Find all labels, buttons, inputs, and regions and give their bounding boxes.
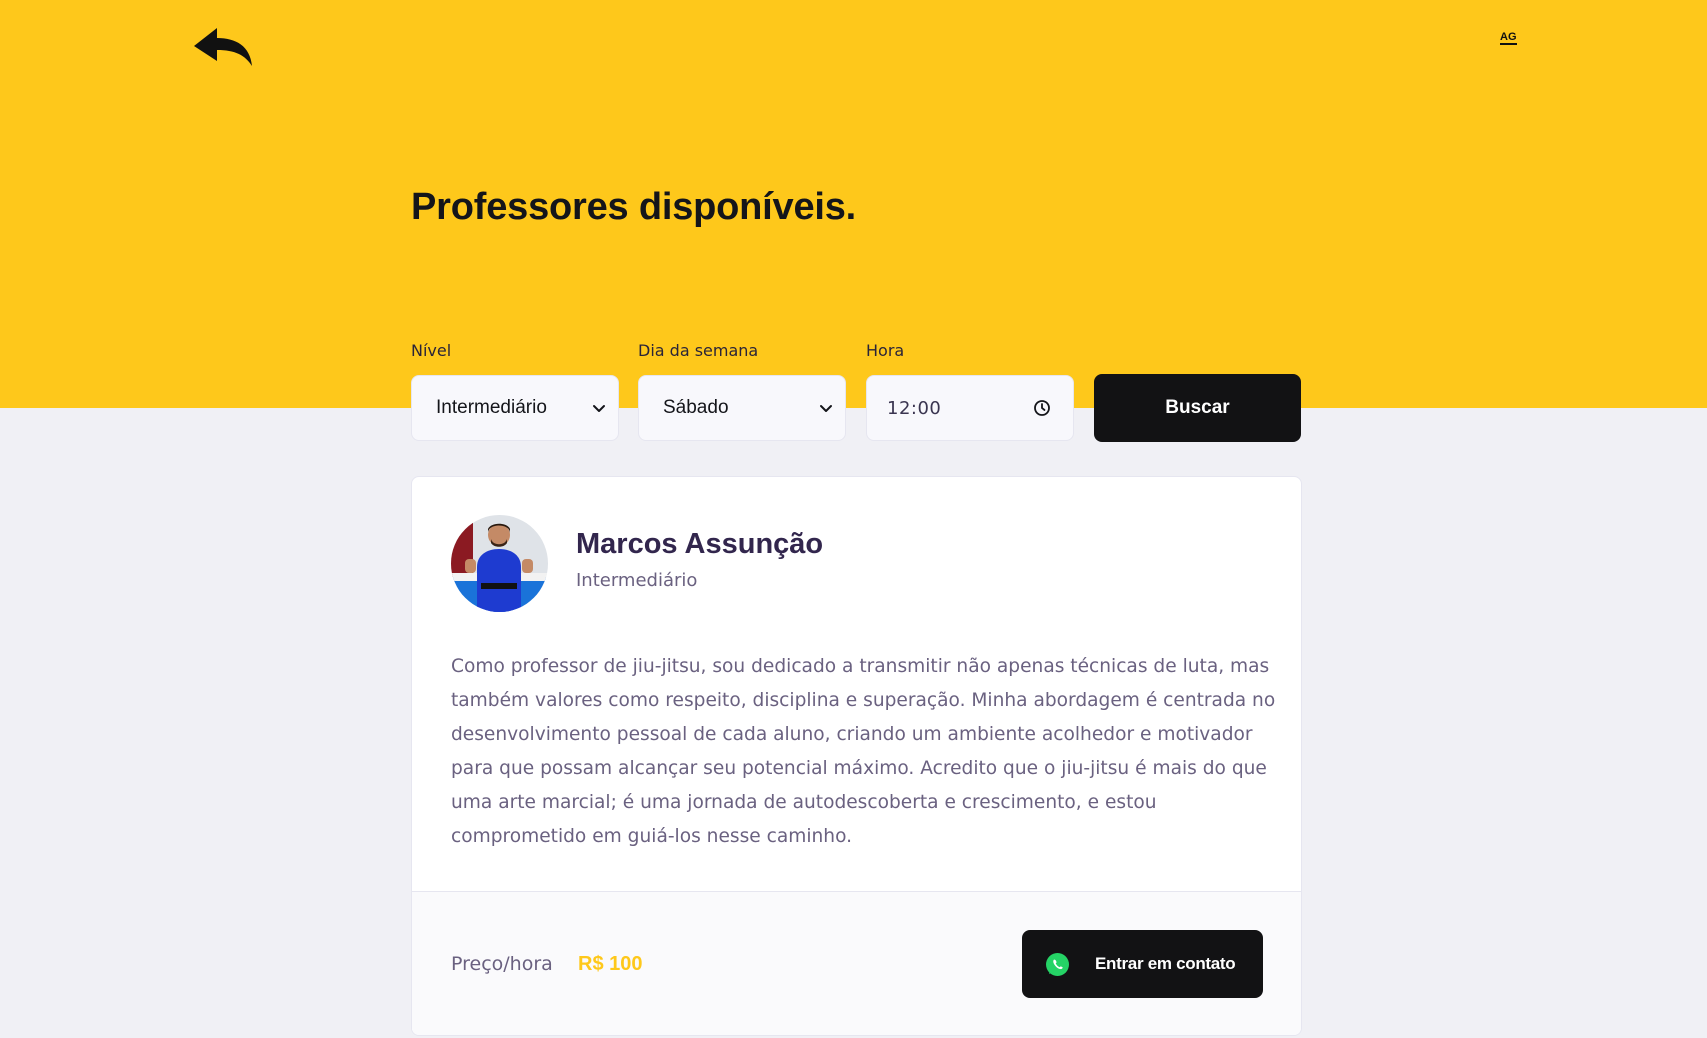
teacher-name: Marcos Assunção — [576, 528, 824, 560]
back-arrow-icon — [194, 28, 252, 66]
time-label: Hora — [866, 341, 905, 360]
weekday-label: Dia da semana — [638, 341, 759, 360]
clock-icon[interactable] — [1033, 399, 1051, 417]
chevron-down-icon — [593, 405, 605, 412]
search-button[interactable]: Buscar — [1094, 374, 1301, 442]
logo: AG — [1497, 28, 1523, 48]
price-value: R$ 100 — [578, 953, 643, 975]
teacher-level: Intermediário — [576, 570, 698, 591]
whatsapp-icon — [1046, 953, 1069, 976]
teacher-bio: Como professor de jiu-jitsu, sou dedicad… — [451, 656, 1276, 847]
level-label: Nível — [411, 341, 452, 360]
weekday-select[interactable]: Sábado — [638, 375, 846, 441]
price-label: Preço/hora — [451, 953, 553, 975]
level-select[interactable]: Intermediário — [411, 375, 619, 441]
card-footer: Preço/hora R$ 100 Entrar em contato — [412, 891, 1301, 1035]
avatar — [451, 515, 548, 612]
svg-text:AG: AG — [1500, 31, 1517, 43]
page-title: Professores disponíveis. — [411, 186, 857, 228]
contact-button[interactable]: Entrar em contato — [1022, 930, 1263, 998]
weekday-select-value: Sábado — [663, 397, 729, 418]
chevron-down-icon — [820, 405, 832, 412]
level-select-value: Intermediário — [436, 397, 547, 418]
time-input[interactable]: 12:00 — [866, 375, 1074, 441]
level-filter: Nível — [411, 340, 451, 362]
teacher-card: Marcos Assunção Intermediário Como profe… — [411, 476, 1302, 1036]
back-button[interactable] — [192, 26, 254, 68]
time-input-value: 12:00 — [887, 397, 942, 419]
time-filter: Hora — [866, 340, 904, 362]
weekday-filter: Dia da semana — [638, 340, 758, 362]
contact-button-label: Entrar em contato — [1095, 954, 1236, 973]
